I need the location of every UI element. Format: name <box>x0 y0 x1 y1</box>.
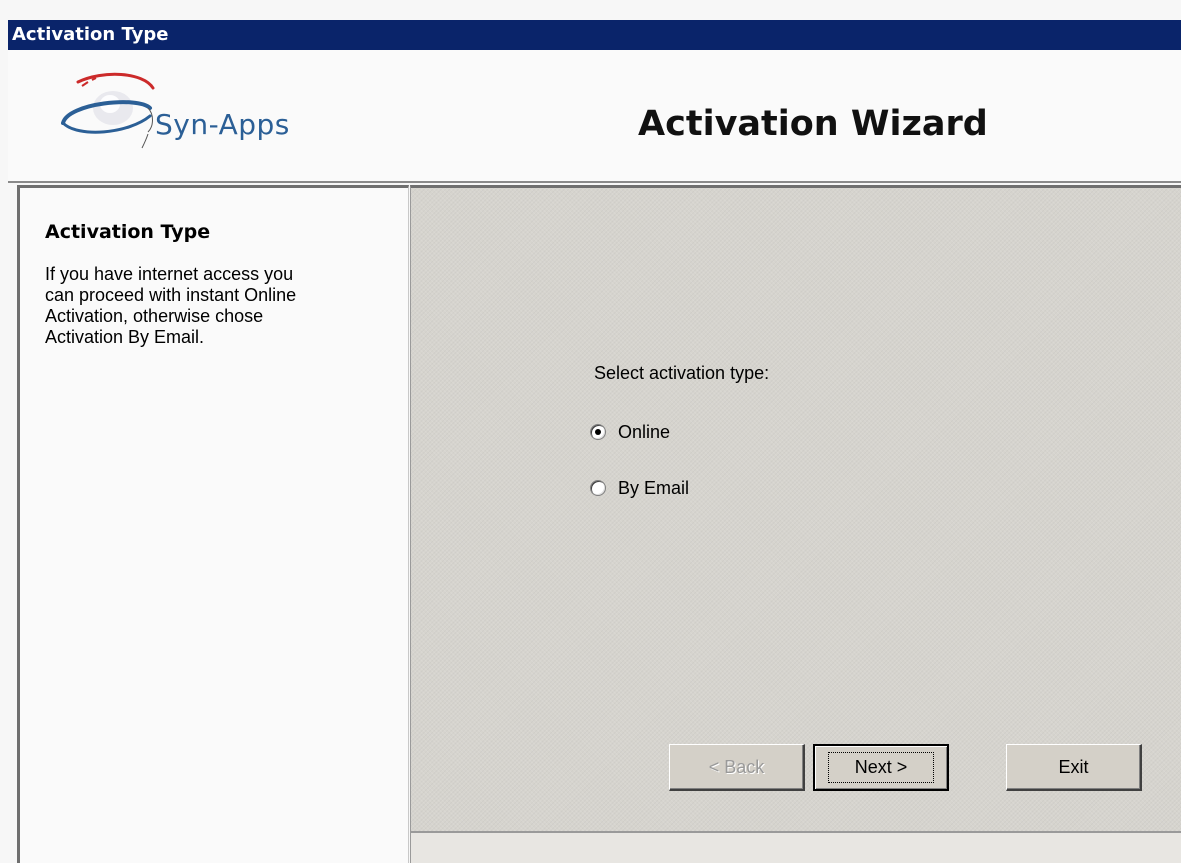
select-activation-label: Select activation type: <box>594 363 770 383</box>
step-description: If you have internet access you can proc… <box>45 264 297 347</box>
step-heading: Activation Type <box>45 221 211 243</box>
radio-by-email[interactable]: By Email <box>590 476 689 500</box>
radio-online-label[interactable]: Online <box>618 422 670 443</box>
wizard-header: Syn-Apps Activation Wizard <box>8 50 1181 183</box>
radio-online-button[interactable] <box>590 424 606 440</box>
bottom-strip <box>411 831 1181 863</box>
radio-online[interactable]: Online <box>590 420 670 444</box>
radio-by-email-button[interactable] <box>590 480 606 496</box>
content-panel: Select activation type: Online By Email … <box>410 185 1181 863</box>
back-button[interactable]: < Back <box>669 744 805 791</box>
activation-wizard-window: Activation Type Syn-Apps Activation Wiza… <box>0 0 1181 863</box>
exit-button[interactable]: Exit <box>1006 744 1142 791</box>
wizard-title: Activation Wizard <box>638 104 988 144</box>
back-button-label: < Back <box>708 756 765 777</box>
next-button-label: Next > <box>827 752 935 783</box>
exit-button-label: Exit <box>1058 756 1089 777</box>
window-title: Activation Type <box>12 24 169 45</box>
logo-text: Syn-Apps <box>155 108 290 141</box>
info-panel: Activation Type If you have internet acc… <box>17 185 409 863</box>
syn-apps-logo: Syn-Apps <box>58 68 318 158</box>
next-button[interactable]: Next > <box>813 744 949 791</box>
title-bar[interactable]: Activation Type <box>8 20 1181 50</box>
radio-by-email-label[interactable]: By Email <box>618 478 689 499</box>
